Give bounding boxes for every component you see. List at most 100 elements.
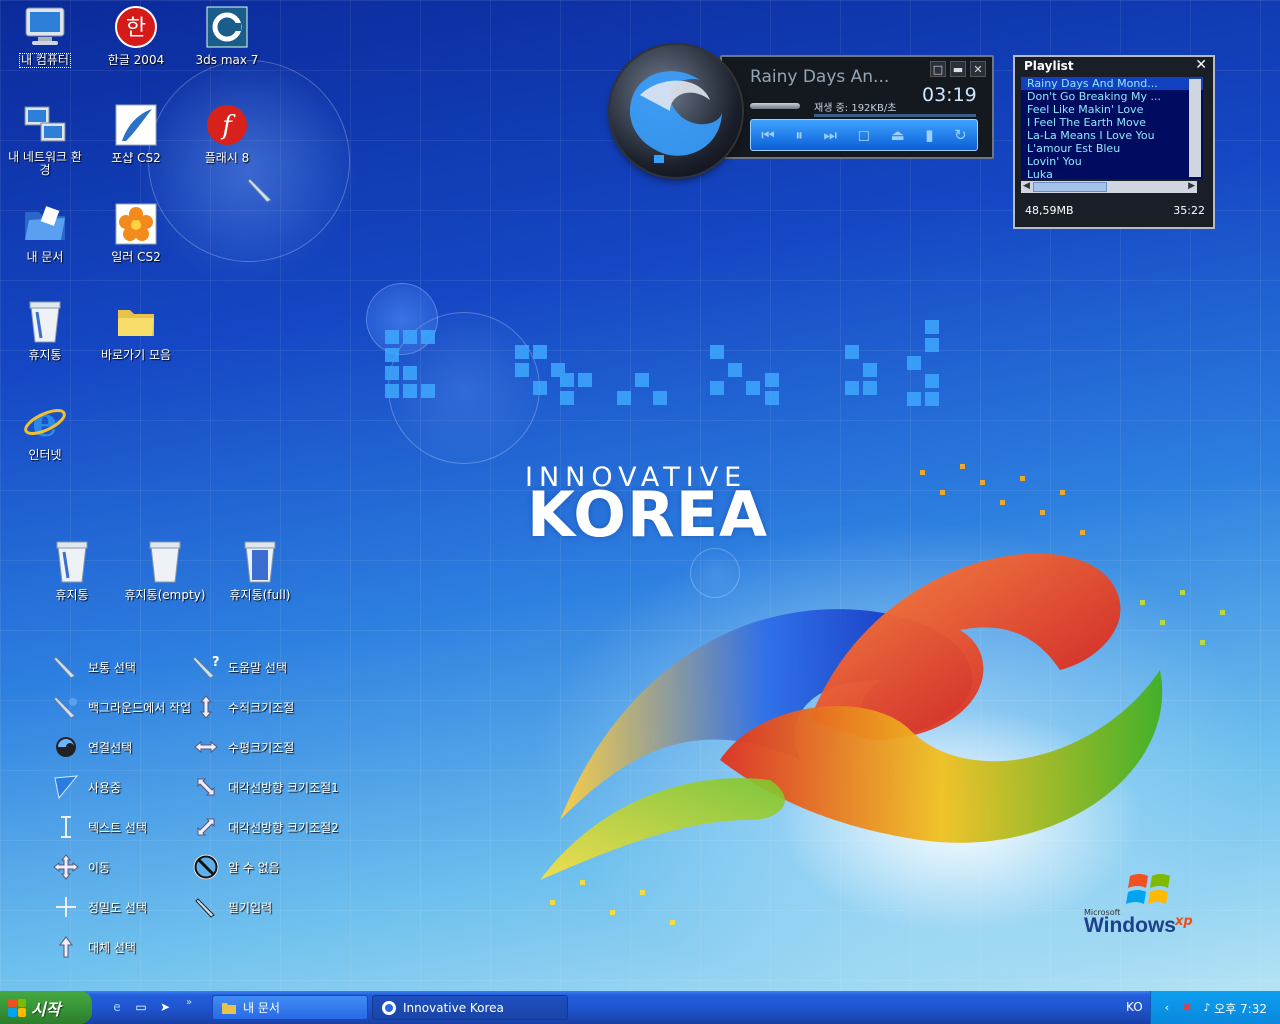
cursor-item-vertical-resize[interactable]: 수직크기조절 xyxy=(190,693,294,721)
network-icon xyxy=(23,103,67,147)
recycle-bin-full-icon xyxy=(238,540,282,584)
repeat-icon[interactable]: ↻ xyxy=(954,127,967,143)
vertical-scrollbar[interactable] xyxy=(1189,79,1201,177)
cursor-item-unavailable[interactable]: 알 수 없음 xyxy=(190,853,280,881)
now-playing-title: Rainy Days An... xyxy=(750,67,890,87)
eject-icon[interactable]: ⏏ xyxy=(891,127,905,143)
desktop-icon-internet[interactable]: e 인터넷 xyxy=(0,400,90,462)
desktop-icon-photoshop[interactable]: 포샵 CS2 xyxy=(91,103,181,165)
list-item[interactable]: Luka xyxy=(1021,168,1203,179)
stop-icon[interactable]: ◻ xyxy=(858,127,870,143)
internet-explorer-icon[interactable]: e xyxy=(108,998,126,1016)
scroll-left-icon[interactable]: ◀ xyxy=(1023,181,1030,191)
cursor-item-diagonal-resize-1[interactable]: 대각선방향 크기조절1 xyxy=(190,773,339,801)
desktop-icon-bin-full[interactable]: 휴지통(full) xyxy=(215,540,305,602)
desktop-icon-recycle-bin[interactable]: 휴지통 xyxy=(0,300,90,362)
recycle-bin-icon xyxy=(23,300,67,344)
list-item[interactable]: Don't Go Breaking My ...4 xyxy=(1021,90,1203,103)
quick-launch-expand-icon[interactable]: » xyxy=(186,997,192,1008)
tray-expand-icon[interactable]: ‹ xyxy=(1159,999,1175,1015)
volume-icon[interactable]: ♪ xyxy=(1199,999,1215,1015)
cursor-item-horizontal-resize[interactable]: 수평크기조절 xyxy=(190,733,294,761)
desktop-icon-my-computer[interactable]: 내 컴퓨터 xyxy=(0,5,90,68)
playlist-window[interactable]: Playlist ✕ Rainy Days And Mond...4 Don't… xyxy=(1013,55,1215,229)
desktop-icon-bin-empty[interactable]: 휴지통(empty) xyxy=(120,540,210,602)
next-icon[interactable]: ⏭ xyxy=(823,127,837,143)
language-indicator[interactable]: KO xyxy=(1126,1000,1143,1014)
pixel-banner xyxy=(385,320,939,406)
restore-icon[interactable]: □ xyxy=(930,61,946,77)
cursor-item-busy[interactable]: 사용중 xyxy=(50,773,121,801)
clock[interactable]: 오후 7:32 xyxy=(1214,1000,1267,1017)
cursor-item-normal[interactable]: 보통 선택 xyxy=(50,653,136,681)
desktop-icon-network[interactable]: 내 네트워크 환경 xyxy=(0,103,90,177)
cursor-item-background[interactable]: 백그라운드에서 작업 xyxy=(50,693,191,721)
scroll-right-icon[interactable]: ▶ xyxy=(1188,181,1195,191)
desktop-icon-shortcuts-folder[interactable]: 바로가기 모음 xyxy=(91,300,181,362)
recycle-bin-empty-icon xyxy=(143,540,187,584)
folder-icon xyxy=(114,300,158,344)
icon-label: 한글 2004 xyxy=(107,53,165,67)
volume-slider[interactable] xyxy=(750,103,800,109)
diagonal-resize-1-icon xyxy=(190,773,222,801)
windows-flag-icon xyxy=(1126,874,1170,904)
xp-text: xp xyxy=(1175,914,1193,929)
icon-label: 내 문서 xyxy=(26,250,64,264)
cursor-item-precision[interactable]: 정밀도 선택 xyxy=(50,893,147,921)
list-item[interactable]: Rainy Days And Mond...4 xyxy=(1021,77,1203,90)
media-player-window[interactable]: Rainy Days An... □ ▬ ✕ 03:19 재생 중: 192KB… xyxy=(610,45,994,183)
horizontal-scrollbar[interactable]: ◀ ▶ xyxy=(1021,181,1197,193)
mouse-pointer-icon xyxy=(247,178,272,203)
desktop-icon-illustrator[interactable]: 일러 CS2 xyxy=(91,202,181,264)
cursor-item-help[interactable]: ? 도움말 선택 xyxy=(190,653,287,681)
player-window-controls: □ ▬ ✕ xyxy=(930,61,986,77)
list-item[interactable]: Feel Like Makin' Love3 xyxy=(1021,103,1203,116)
desktop-icon-bin[interactable]: 휴지통 xyxy=(27,540,117,602)
cursor-item-handwriting[interactable]: 필기입력 xyxy=(190,893,272,921)
desktop-icon-my-documents[interactable]: 내 문서 xyxy=(0,202,90,264)
vertical-resize-icon xyxy=(190,693,222,721)
start-button[interactable]: 시작 xyxy=(0,991,92,1024)
3dsmax-icon xyxy=(205,5,249,49)
desktop-icon-flash[interactable]: f 플래시 8 xyxy=(182,103,272,165)
playlist-title: Playlist xyxy=(1024,59,1074,73)
desktop-icon-hangul[interactable]: 한 한글 2004 xyxy=(91,5,181,67)
media-player-icon[interactable]: ➤ xyxy=(156,998,174,1016)
minimize-icon[interactable]: ▬ xyxy=(950,61,966,77)
icon-label: 휴지통 xyxy=(28,348,62,362)
busy-cursor-icon xyxy=(50,773,82,801)
seek-bar[interactable] xyxy=(814,114,976,117)
cursor-item-move[interactable]: 이동 xyxy=(50,853,110,881)
equalizer-icon[interactable]: ▮ xyxy=(925,127,933,143)
close-icon[interactable]: ✕ xyxy=(970,61,986,77)
player-logo-disc xyxy=(610,45,742,177)
list-item[interactable]: Lovin' You3 xyxy=(1021,155,1203,168)
link-cursor-icon xyxy=(50,733,82,761)
move-cursor-icon xyxy=(50,853,82,881)
cursor-item-diagonal-resize-2[interactable]: 대각선방향 크기조절2 xyxy=(190,813,339,841)
list-item[interactable]: L'amour Est Bleu xyxy=(1021,142,1203,155)
list-item[interactable]: I Feel The Earth Move3 xyxy=(1021,116,1203,129)
taskbar-button-my-documents[interactable]: 내 문서 xyxy=(212,995,368,1020)
player-panel: Rainy Days An... □ ▬ ✕ 03:19 재생 중: 192KB… xyxy=(720,55,994,159)
list-item[interactable]: La-La Means I Love You4 xyxy=(1021,129,1203,142)
folder-icon xyxy=(221,1000,237,1016)
media-player-icon xyxy=(381,1000,397,1016)
icon-label: 바로가기 모음 xyxy=(100,348,172,362)
playback-status: 재생 중: 192KB/초 xyxy=(814,103,897,114)
cursor-item-alternate[interactable]: 대체 선택 xyxy=(50,933,136,961)
pause-icon[interactable]: ⏸ xyxy=(795,127,803,143)
recycle-bin-icon xyxy=(50,540,94,584)
desktop-icon-3dsmax[interactable]: 3ds max 7 xyxy=(182,5,272,67)
previous-icon[interactable]: ⏮ xyxy=(761,127,775,143)
cursor-item-link[interactable]: 연결선택 xyxy=(50,733,132,761)
cursor-item-text[interactable]: 텍스트 선택 xyxy=(50,813,147,841)
taskbar-button-innovative-korea[interactable]: Innovative Korea xyxy=(372,995,568,1020)
scroll-thumb[interactable] xyxy=(1033,182,1107,192)
icon-label: 포샵 CS2 xyxy=(111,151,161,165)
show-desktop-icon[interactable]: ▭ xyxy=(132,998,150,1016)
network-warning-icon[interactable]: ✖ xyxy=(1179,999,1195,1015)
close-icon[interactable]: ✕ xyxy=(1195,57,1207,73)
playlist-size: 48,59MB xyxy=(1025,204,1074,217)
working-cursor-icon xyxy=(50,693,82,721)
